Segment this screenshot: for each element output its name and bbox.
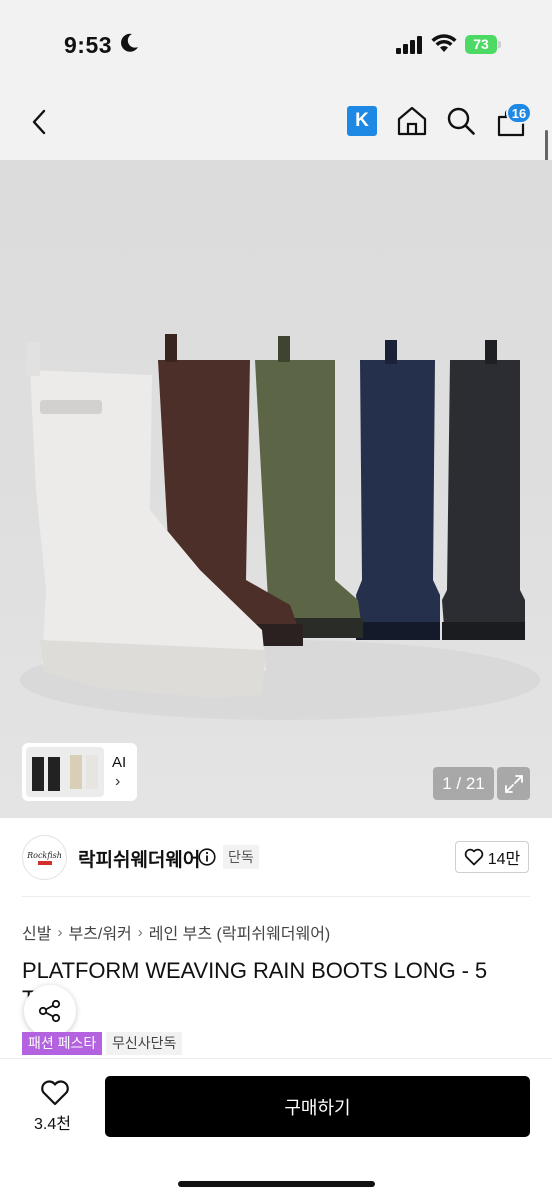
chevron-right-icon: › (57, 923, 63, 941)
divider (22, 896, 530, 897)
brand-name[interactable]: 락피쉬웨더웨어 (78, 845, 200, 872)
kakao-k-button[interactable]: K (347, 106, 377, 136)
expand-button[interactable] (497, 767, 530, 800)
thumbnail-image (26, 747, 104, 797)
brand-logo-mark (37, 860, 52, 865)
breadcrumb-item[interactable]: 신발 (22, 920, 51, 944)
breadcrumb-item[interactable]: 부츠/워커 (68, 920, 131, 944)
brand-like-count: 14만 (487, 851, 521, 868)
heart-icon[interactable] (40, 1079, 70, 1106)
moon-icon (121, 33, 138, 52)
cart-count-badge: 16 (506, 102, 532, 124)
buy-button[interactable]: 구매하기 (105, 1076, 530, 1137)
exclusive-tag: 단독 (223, 845, 259, 869)
fashion-festa-badge: 패션 페스타 (22, 1032, 103, 1055)
product-title: PLATFORM WEAVING RAIN BOOTS LONG - 5 (22, 958, 487, 983)
brand-like-button[interactable]: 14만 (455, 841, 529, 873)
rain-boots-photo (20, 334, 540, 720)
chevron-right-icon: › (137, 923, 143, 941)
signal-icon (396, 36, 422, 54)
battery-tip (498, 41, 501, 48)
share-button[interactable] (24, 985, 76, 1037)
back-icon[interactable] (28, 108, 50, 136)
product-image[interactable] (0, 160, 552, 818)
heart-icon (464, 848, 483, 866)
ai-label: AI (112, 754, 127, 771)
status-time: 9:53 (64, 32, 113, 58)
image-counter: 1 / 21 (433, 767, 494, 800)
wifi-icon (431, 34, 457, 52)
home-indicator[interactable] (178, 1181, 375, 1187)
search-icon[interactable] (446, 106, 476, 136)
battery-indicator: 73 (465, 35, 497, 54)
expand-icon (504, 774, 523, 793)
musinsa-exclusive-badge: 무신사단독 (106, 1032, 183, 1055)
info-icon[interactable] (198, 848, 216, 866)
breadcrumb: 신발 › 부츠/워커 › 레인 부츠 (락피쉬웨더웨어) (22, 920, 330, 944)
chevron-right-icon: › (115, 773, 121, 790)
share-icon (38, 999, 61, 1023)
brand-logo-text: Rockfish (27, 850, 62, 860)
breadcrumb-item[interactable]: 레인 부츠 (락피쉬웨더웨어) (149, 920, 330, 944)
wish-count: 3.4천 (34, 1116, 71, 1133)
brand-logo[interactable]: Rockfish (22, 835, 67, 880)
home-icon[interactable] (396, 106, 428, 136)
